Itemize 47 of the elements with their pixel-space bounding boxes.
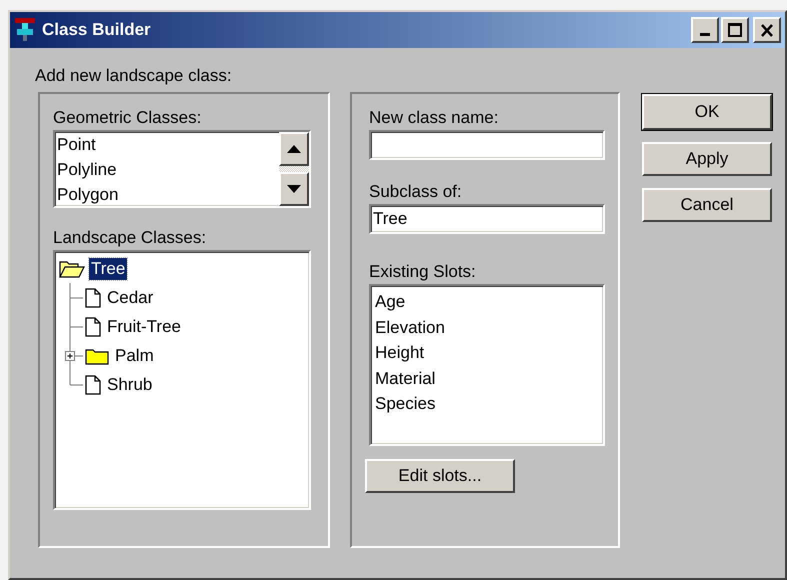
- tree-item[interactable]: Palm: [113, 344, 156, 366]
- new-class-name-field[interactable]: [369, 130, 605, 160]
- landscape-classes-label: Landscape Classes:: [53, 228, 206, 248]
- tree-item[interactable]: Fruit-Tree: [105, 316, 183, 338]
- slot-item[interactable]: Height: [373, 340, 601, 366]
- geometric-classes-list[interactable]: Point Polyline Polygon: [53, 130, 311, 208]
- app-icon: [14, 17, 36, 43]
- existing-slots-label: Existing Slots:: [369, 262, 476, 282]
- subclass-of-field[interactable]: Tree: [369, 204, 605, 234]
- geometric-classes-label: Geometric Classes:: [53, 108, 202, 128]
- document-icon: [85, 374, 101, 394]
- maximize-icon: [728, 23, 742, 37]
- list-item[interactable]: Polyline: [57, 157, 277, 182]
- up-arrow-icon: [287, 145, 301, 153]
- minimize-icon: [700, 33, 710, 36]
- slots-list[interactable]: Age Elevation Height Material Species: [369, 284, 605, 446]
- maximize-button[interactable]: [721, 17, 749, 43]
- expand-icon[interactable]: [65, 351, 75, 361]
- dialog-button[interactable]: Apply: [642, 142, 772, 176]
- slot-item[interactable]: Material: [373, 366, 601, 391]
- tree-item[interactable]: Cedar: [105, 286, 156, 308]
- down-arrow-icon: [287, 185, 301, 193]
- scroll-up-button[interactable]: [279, 132, 309, 166]
- minimize-button[interactable]: [691, 17, 719, 43]
- edit-slots-button[interactable]: Edit slots...: [365, 459, 515, 493]
- tree-line: [70, 283, 84, 312]
- slot-item[interactable]: Species: [373, 391, 601, 416]
- tree-item[interactable]: Shrub: [105, 374, 154, 396]
- dialog-button[interactable]: OK: [642, 94, 772, 130]
- document-icon: [85, 316, 101, 336]
- document-icon: [85, 288, 101, 308]
- list-item[interactable]: Polygon: [57, 182, 277, 207]
- close-icon: [760, 24, 774, 36]
- new-class-name-label: New class name:: [369, 108, 498, 128]
- slot-item[interactable]: Elevation: [373, 314, 601, 340]
- scroll-down-button[interactable]: [279, 172, 309, 206]
- tree-item[interactable]: Tree: [89, 258, 128, 280]
- tree-line: [70, 312, 84, 341]
- subclass-of-label: Subclass of:: [369, 182, 462, 202]
- slot-item[interactable]: Age: [373, 289, 601, 314]
- close-button[interactable]: [753, 17, 781, 43]
- prompt-label: Add new landscape class:: [35, 66, 232, 86]
- folder-icon: [85, 346, 109, 364]
- window-title: Class Builder: [42, 20, 152, 40]
- dialog-button[interactable]: Cancel: [642, 188, 772, 222]
- landscape-tree[interactable]: Tree Cedar Fruit-Tree Palm Shrub: [53, 250, 311, 510]
- list-item[interactable]: Point: [57, 132, 277, 157]
